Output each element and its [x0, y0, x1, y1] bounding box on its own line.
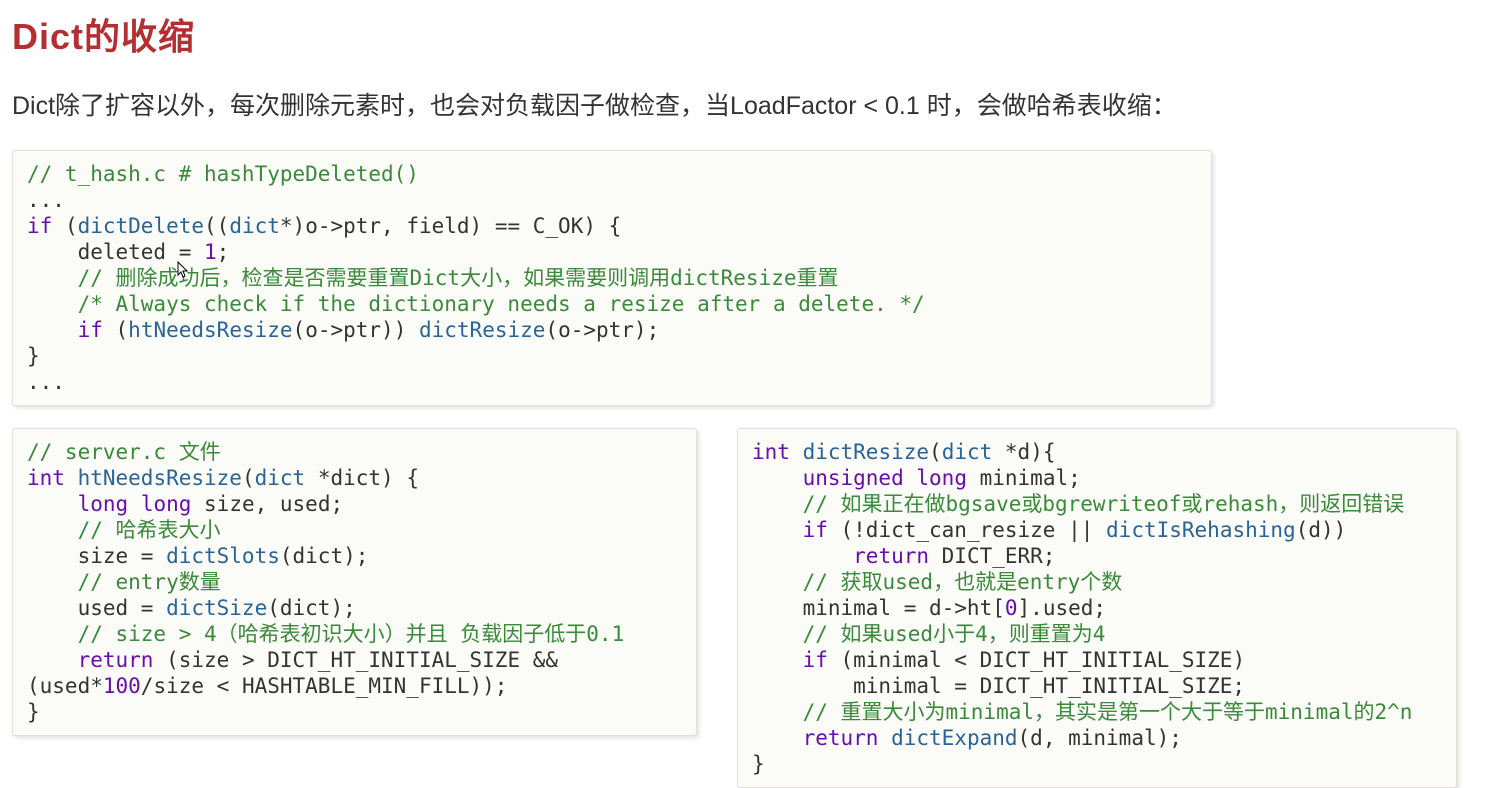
- code-keyword: unsigned: [803, 466, 904, 490]
- code-text: [878, 726, 891, 750]
- code-keyword: return: [78, 648, 154, 672]
- code-comment: // 删除成功后，检查是否需要重置Dict大小，如果需要则调用dictResiz…: [27, 266, 839, 290]
- code-block-dictResize: int dictResize(dict *d){ unsigned long m…: [737, 428, 1457, 788]
- code-text: minimal = d->ht[: [752, 596, 1005, 620]
- code-text: ...: [27, 370, 65, 394]
- code-text: ;: [217, 240, 230, 264]
- code-text: (: [242, 466, 255, 490]
- code-type: dict: [255, 466, 306, 490]
- code-text: [27, 492, 78, 516]
- code-comment: // 重置大小为minimal，其实是第一个大于等于minimal的2^n: [752, 700, 1412, 724]
- code-text: *)o->ptr, field) == C_OK) {: [280, 214, 621, 238]
- code-text: deleted: [27, 240, 179, 264]
- code-text: (: [929, 440, 942, 464]
- code-text: [752, 726, 803, 750]
- code-keyword: return: [803, 726, 879, 750]
- code-keyword: int: [752, 440, 790, 464]
- code-text: minimal = DICT_HT_INITIAL_SIZE;: [752, 674, 1245, 698]
- code-text: [27, 648, 78, 672]
- code-text: (d)): [1296, 518, 1347, 542]
- code-text: [752, 544, 853, 568]
- code-text: (!dict_can_resize ||: [828, 518, 1106, 542]
- section-title: Dict的收缩: [12, 8, 1482, 60]
- code-keyword: if: [803, 648, 828, 672]
- intro-paragraph: Dict除了扩容以外，每次删除元素时，也会对负载因子做检查，当LoadFacto…: [12, 88, 1482, 126]
- code-comment: /* Always check if the dictionary needs …: [27, 292, 925, 316]
- code-block-htNeedsResize: // server.c 文件 int htNeedsResize(dict *d…: [12, 428, 697, 736]
- code-type: dict: [942, 440, 993, 464]
- code-function: dictDelete: [78, 214, 204, 238]
- code-function: dictSlots: [166, 544, 280, 568]
- code-text: (dict);: [267, 596, 356, 620]
- code-text: minimal;: [967, 466, 1081, 490]
- code-text: }: [27, 344, 40, 368]
- code-text: size =: [27, 544, 166, 568]
- code-text: (dict);: [280, 544, 369, 568]
- code-function: htNeedsResize: [128, 318, 292, 342]
- code-comment: // entry数量: [27, 570, 221, 594]
- code-function: dictSize: [166, 596, 267, 620]
- code-function: dictResize: [419, 318, 545, 342]
- code-text: (minimal < DICT_HT_INITIAL_SIZE): [828, 648, 1245, 672]
- code-keyword: if: [78, 318, 103, 342]
- code-text: *d){: [992, 440, 1055, 464]
- code-text: [752, 648, 803, 672]
- code-row: // server.c 文件 int htNeedsResize(dict *d…: [12, 428, 1482, 788]
- code-text: used =: [27, 596, 166, 620]
- code-text: DICT_ERR;: [929, 544, 1055, 568]
- code-text: [752, 518, 803, 542]
- code-text: (o->ptr)): [293, 318, 419, 342]
- code-function: dictIsRehashing: [1106, 518, 1296, 542]
- code-text: /size < HASHTABLE_MIN_FILL));: [141, 674, 508, 698]
- code-comment: // t_hash.c # hashTypeDeleted(): [27, 162, 419, 186]
- code-text: (size > DICT_HT_INITIAL_SIZE &&: [153, 648, 558, 672]
- code-text: (o->ptr);: [545, 318, 659, 342]
- code-function: dictResize: [803, 440, 929, 464]
- code-keyword: return: [853, 544, 929, 568]
- code-block-hashTypeDeleted: // t_hash.c # hashTypeDeleted() ... if (…: [12, 150, 1212, 406]
- code-text: ((: [204, 214, 229, 238]
- code-type: dict: [229, 214, 280, 238]
- code-comment: // 哈希表大小: [27, 518, 221, 542]
- code-text: (used*: [27, 674, 103, 698]
- code-text: ].used;: [1018, 596, 1107, 620]
- code-keyword: long: [141, 492, 192, 516]
- code-keyword: long: [916, 466, 967, 490]
- code-comment: // 如果used小于4，则重置为4: [752, 622, 1105, 646]
- code-comment: // 如果正在做bgsave或bgrewriteof或rehash，则返回错误: [752, 492, 1404, 516]
- code-number: 0: [1005, 596, 1018, 620]
- code-text: ...: [27, 188, 65, 212]
- code-comment: // 获取used，也就是entry个数: [752, 570, 1122, 594]
- code-function: dictExpand: [891, 726, 1017, 750]
- code-number: 100: [103, 674, 141, 698]
- code-text: *dict) {: [305, 466, 419, 490]
- code-text: }: [27, 700, 40, 724]
- code-number: 1: [204, 240, 217, 264]
- code-text: size, used;: [191, 492, 343, 516]
- code-text: (d, minimal);: [1018, 726, 1182, 750]
- code-keyword: if: [803, 518, 828, 542]
- code-function: htNeedsResize: [78, 466, 242, 490]
- code-comment: // server.c 文件: [27, 440, 221, 464]
- code-text: [752, 466, 803, 490]
- code-keyword: if: [27, 214, 52, 238]
- code-comment: // size > 4（哈希表初识大小）并且 负载因子低于0.1: [27, 622, 624, 646]
- code-keyword: long: [78, 492, 129, 516]
- code-text: }: [752, 752, 765, 776]
- code-keyword: int: [27, 466, 65, 490]
